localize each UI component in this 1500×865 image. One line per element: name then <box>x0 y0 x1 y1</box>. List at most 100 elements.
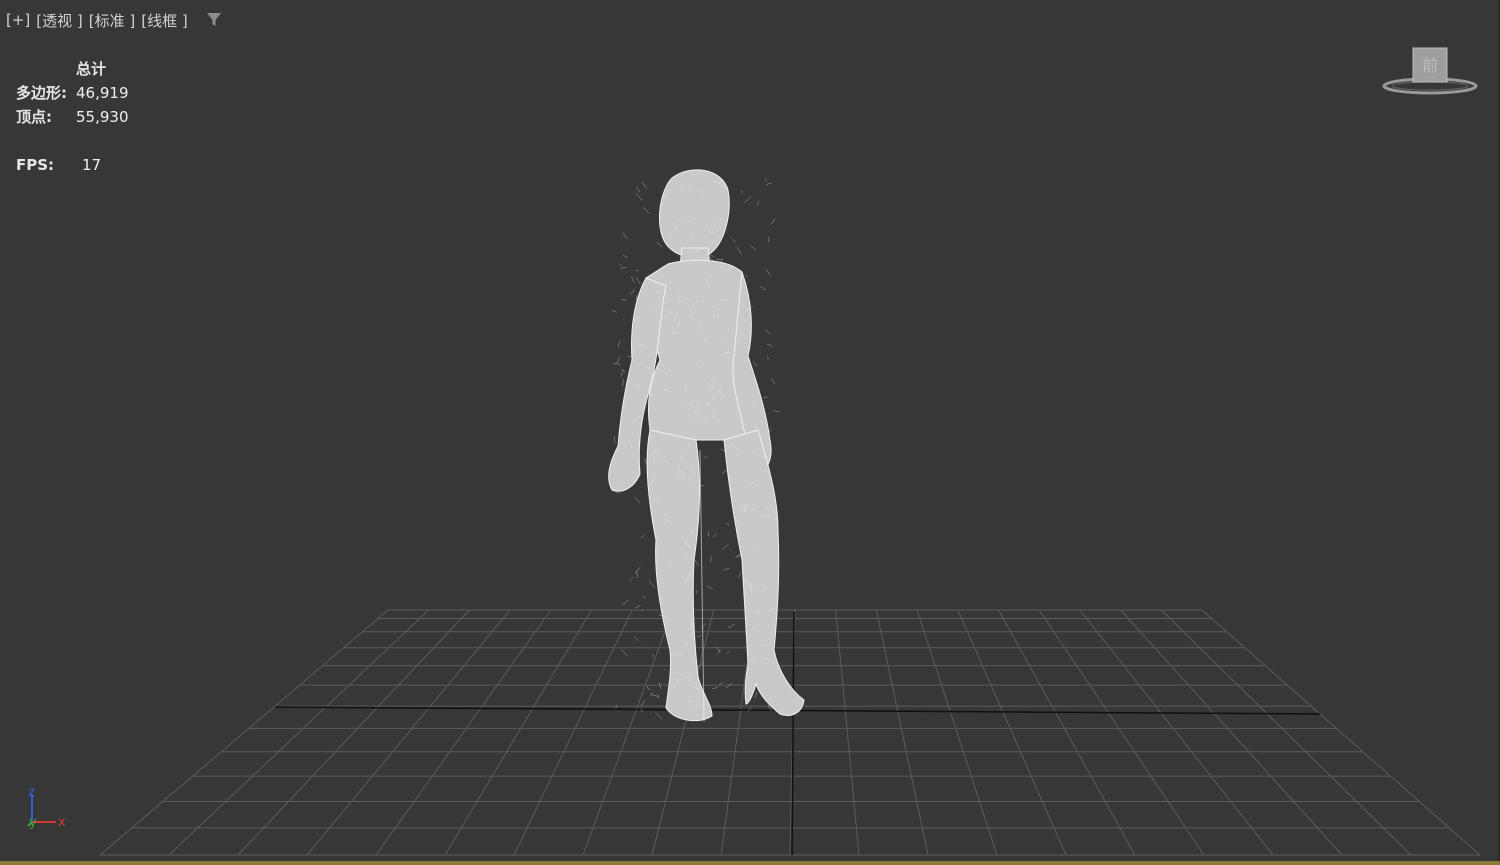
mesh-edge <box>700 623 706 629</box>
mesh-edge <box>657 694 659 699</box>
mesh-edge <box>721 469 728 474</box>
mesh-edge <box>636 570 638 578</box>
grid-line <box>306 609 511 856</box>
viewport-pov-menu[interactable]: [透视 ] <box>36 10 82 31</box>
viewport-label-bar: [+] [透视 ] [标准 ] [线框 ] <box>6 9 224 31</box>
mesh-edge <box>710 257 714 261</box>
mesh-edge <box>764 329 771 335</box>
mesh-edge <box>750 245 757 250</box>
filter-icon[interactable] <box>204 10 224 30</box>
mesh-edge <box>646 685 649 690</box>
perspective-viewport[interactable]: [+] [透视 ] [标准 ] [线框 ] 总计 多边形: 46,919 顶点:… <box>0 0 1500 865</box>
scene-statistics: 总计 多边形: 46,919 顶点: 55,930 FPS: 17 <box>16 57 129 177</box>
mesh-edge <box>703 456 708 459</box>
mesh-edge <box>649 688 652 691</box>
mesh-edge <box>623 255 629 258</box>
polygons-value: 46,919 <box>76 84 129 102</box>
mesh-edge <box>697 635 701 638</box>
mesh-edge <box>622 232 628 240</box>
viewport-active-border <box>0 861 1500 865</box>
mesh-edge <box>618 263 622 267</box>
mesh-edge <box>755 691 758 699</box>
mesh-edge <box>773 410 781 413</box>
grid-line <box>375 609 552 856</box>
mesh-edge <box>745 274 748 277</box>
axis-tripod: z y x <box>24 782 74 832</box>
grid-line <box>237 609 470 856</box>
grid-line <box>998 609 1136 856</box>
mesh-edge <box>621 369 626 373</box>
axis-z-label: z <box>28 785 35 800</box>
viewport-display-menu[interactable]: [线框 ] <box>141 10 187 31</box>
mesh-edge <box>712 533 718 538</box>
mesh-edge <box>736 246 742 254</box>
mesh-edge <box>636 186 641 193</box>
mesh-edge <box>765 269 772 277</box>
grid-line <box>957 609 1067 856</box>
mesh-edge <box>641 181 647 189</box>
mesh-edge <box>635 566 641 574</box>
mesh-edge <box>726 522 730 526</box>
mesh-edge <box>614 436 616 444</box>
grid-line <box>1120 609 1343 856</box>
viewcube-face-label: 前 <box>1422 56 1438 75</box>
stats-heading: 总计 <box>76 60 107 78</box>
grid-line <box>1038 609 1205 856</box>
axis-y-label: y <box>29 815 37 830</box>
mesh-edge <box>635 277 641 284</box>
mesh-edge <box>650 694 658 697</box>
mesh-edge <box>620 369 624 377</box>
mesh-edge <box>723 567 730 571</box>
mesh-edge <box>731 238 736 243</box>
mesh-edge <box>630 289 635 295</box>
grid-line <box>875 609 929 856</box>
mesh-edge <box>762 396 768 399</box>
grid-line <box>916 609 998 856</box>
viewcube[interactable]: 前 <box>1380 44 1480 100</box>
mesh-edge <box>726 650 730 654</box>
mesh-edge <box>770 218 776 225</box>
mesh-edge <box>753 362 758 367</box>
mesh-edge <box>764 178 768 182</box>
mesh-edge <box>722 543 729 550</box>
axis-x-label: x <box>58 815 66 830</box>
mesh-edge <box>727 624 735 629</box>
grid-line <box>1160 609 1412 856</box>
mesh-edge <box>744 196 752 204</box>
fps-value: 17 <box>82 156 102 174</box>
mesh-edge <box>656 242 663 247</box>
viewport-shading-menu[interactable]: [标准 ] <box>89 10 135 31</box>
mesh-edge <box>766 343 773 347</box>
mesh-edge <box>710 556 712 563</box>
mesh-edge <box>634 496 641 504</box>
grid-line <box>582 609 674 856</box>
mesh-edge <box>663 668 666 671</box>
mesh-edge <box>618 363 621 366</box>
mesh-edge <box>642 595 647 599</box>
mesh-edge <box>635 295 638 301</box>
grid-line <box>835 609 860 856</box>
mesh-edge <box>621 599 629 606</box>
mesh-edge <box>615 491 620 494</box>
grid-line <box>168 609 430 856</box>
mesh-edge <box>643 206 650 214</box>
vertices-value: 55,930 <box>76 108 129 126</box>
mesh-edge <box>655 712 663 720</box>
mesh-edge <box>620 266 627 269</box>
mesh-edge <box>629 576 634 582</box>
mesh-edge <box>635 193 643 201</box>
ground-grid <box>99 609 1481 856</box>
mesh-edge <box>756 201 760 206</box>
scene-canvas[interactable] <box>0 0 1500 865</box>
mesh-edge <box>765 182 772 185</box>
mesh-edge <box>616 356 620 364</box>
mesh-edge <box>641 700 646 707</box>
viewport-menu-plus[interactable]: [+] <box>6 11 30 29</box>
mesh-edge <box>634 604 641 609</box>
mesh-edge <box>699 449 705 723</box>
mesh-edge <box>712 686 719 690</box>
mesh-edge <box>738 572 742 578</box>
fps-label: FPS: <box>16 156 55 174</box>
mesh-edge <box>695 589 698 594</box>
vertices-label: 顶点: <box>16 108 52 126</box>
